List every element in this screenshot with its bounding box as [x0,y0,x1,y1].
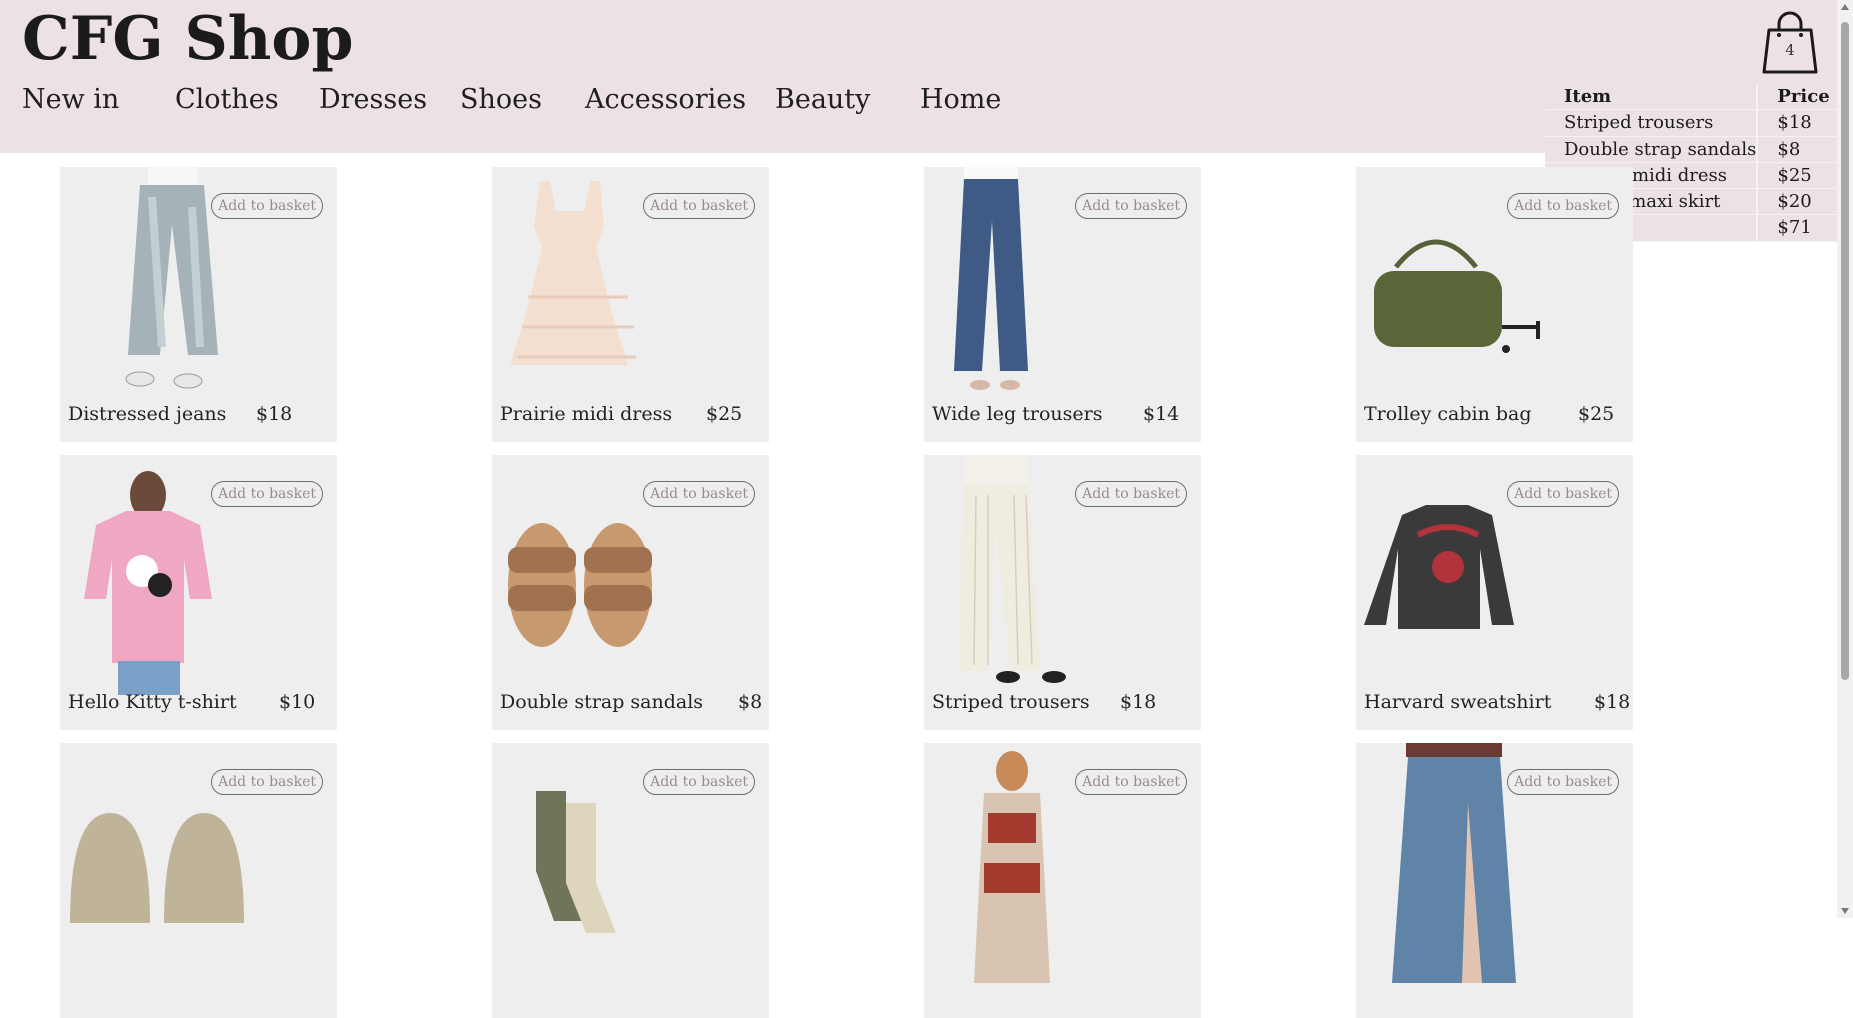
product-price: $10 [279,691,316,713]
product-price: $14 [1143,403,1180,425]
product-price: $18 [256,403,293,425]
add-to-basket-button[interactable]: Add to basket [643,769,755,795]
product-price: $25 [706,403,743,425]
scrollbar-thumb[interactable] [1841,22,1849,680]
basket-row-price: $8 [1756,136,1837,163]
nav-item-new-in[interactable]: New in [22,80,119,120]
nav-item-beauty[interactable]: Beauty [775,80,870,120]
product-card: Add to basket [492,743,769,1018]
product-card: Add to basket Wide leg trousers $14 [924,167,1201,442]
basket-count: 4 [1785,41,1795,59]
product-card: Add to basket [924,743,1201,1018]
add-to-basket-button[interactable]: Add to basket [643,481,755,507]
basket-item-header: Item [1545,84,1758,111]
product-card: Add to basket [1356,743,1633,1018]
add-to-basket-button[interactable]: Add to basket [1075,193,1187,219]
basket-row-price: $18 [1756,109,1837,137]
product-price: $25 [1578,403,1615,425]
product-price: $18 [1594,691,1631,713]
basket-row-item: Striped trousers [1545,109,1758,137]
basket-price-header: Price [1756,84,1837,111]
product-card: Add to basket [60,743,337,1018]
add-to-basket-button[interactable]: Add to basket [211,481,323,507]
nav-item-accessories[interactable]: Accessories [585,80,746,120]
basket-header-row: Item Price [1545,84,1837,111]
product-card: Add to basket Hello Kitty t-shirt $10 [60,455,337,730]
basket-row: Double strap sandals $8 [1545,136,1837,163]
add-to-basket-button[interactable]: Add to basket [1507,769,1619,795]
add-to-basket-button[interactable]: Add to basket [1507,481,1619,507]
product-name[interactable]: Striped trousers [932,687,1090,717]
product-price: $8 [738,691,763,713]
nav-item-home[interactable]: Home [920,80,1001,120]
product-name[interactable]: Trolley cabin bag [1364,399,1532,429]
add-to-basket-button[interactable]: Add to basket [211,193,323,219]
basket-button[interactable]: 4 [1760,8,1820,76]
product-card: Add to basket Striped trousers $18 [924,455,1201,730]
nav-item-dresses[interactable]: Dresses [319,80,427,120]
add-to-basket-button[interactable]: Add to basket [643,193,755,219]
product-price: $18 [1120,691,1157,713]
product-card: Add to basket Prairie midi dress $25 [492,167,769,442]
basket-row-price: $20 [1756,188,1837,216]
add-to-basket-button[interactable]: Add to basket [211,769,323,795]
product-card: Add to basket Harvard sweatshirt $18 [1356,455,1633,730]
product-name[interactable]: Distressed jeans [68,399,226,429]
add-to-basket-button[interactable]: Add to basket [1075,481,1187,507]
basket-row-item: Double strap sandals [1545,136,1758,163]
page-scrollbar[interactable] [1837,0,1853,918]
product-name[interactable]: Hello Kitty t-shirt [68,687,237,717]
product-name[interactable]: Prairie midi dress [500,399,672,429]
nav-item-shoes[interactable]: Shoes [460,80,542,120]
product-name[interactable]: Harvard sweatshirt [1364,687,1551,717]
add-to-basket-button[interactable]: Add to basket [1075,769,1187,795]
product-card: Add to basket Trolley cabin bag $25 [1356,167,1633,442]
site-title[interactable]: CFG Shop [22,2,353,76]
nav-item-clothes[interactable]: Clothes [175,80,279,120]
scroll-up-arrow-icon[interactable] [1841,4,1849,10]
basket-total-value: $71 [1756,214,1837,242]
basket-row: Striped trousers $18 [1545,109,1837,137]
add-to-basket-button[interactable]: Add to basket [1507,193,1619,219]
product-name[interactable]: Double strap sandals [500,687,703,717]
scroll-down-arrow-icon[interactable] [1841,908,1849,914]
product-name[interactable]: Wide leg trousers [932,399,1102,429]
product-card: Add to basket Distressed jeans $18 [60,167,337,442]
basket-row-price: $25 [1756,162,1837,190]
product-card: Add to basket Double strap sandals $8 [492,455,769,730]
